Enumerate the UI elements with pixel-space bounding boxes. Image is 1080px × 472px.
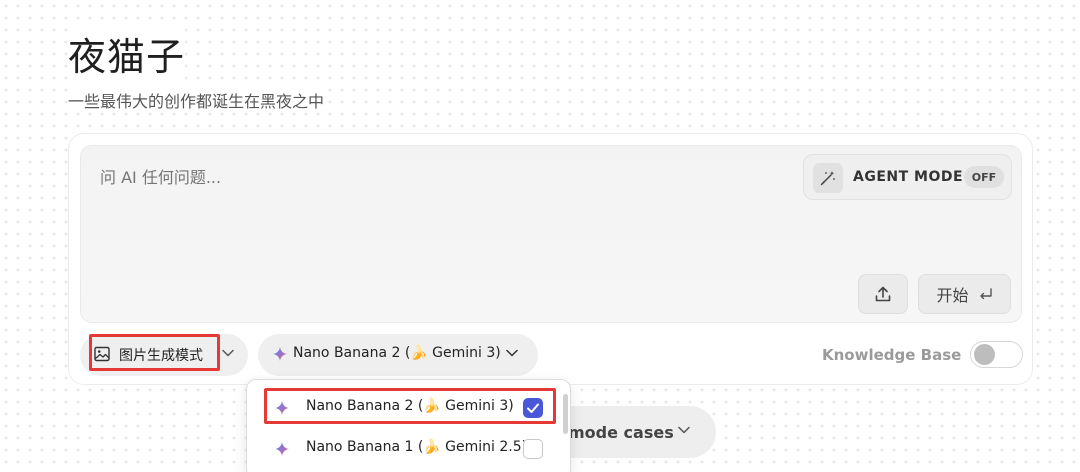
model-selector-label: Nano Banana 2 (🍌 Gemini 3) <box>293 345 501 361</box>
knowledge-base-toggle[interactable] <box>970 341 1023 368</box>
page-title: 夜猫子 <box>68 26 186 81</box>
model-option-label: Nano Banana 1 (🍌 Gemini 2.5) <box>306 439 528 455</box>
option-highlight-box <box>264 388 556 424</box>
dropdown-scrollbar[interactable] <box>563 394 568 434</box>
enter-key-icon <box>979 288 992 300</box>
toggle-knob <box>974 344 995 365</box>
chevron-down-icon <box>678 426 690 434</box>
page-subtitle: 一些最伟大的创作都诞生在黑夜之中 <box>68 88 325 112</box>
knowledge-base-label: Knowledge Base <box>822 346 962 364</box>
start-button[interactable]: 开始 <box>918 274 1011 314</box>
checkbox-unchecked[interactable] <box>523 439 543 459</box>
gemini-sparkle-icon <box>273 347 287 361</box>
chevron-down-icon <box>506 349 518 357</box>
examples-label: mode cases <box>568 423 674 442</box>
upload-icon <box>875 286 891 302</box>
upload-button[interactable] <box>858 274 908 314</box>
agent-mode-label: AGENT MODE <box>853 169 964 185</box>
mode-highlight-box <box>89 334 220 371</box>
model-option-nano-banana-1[interactable]: Nano Banana 1 (🍌 Gemini 2.5) <box>259 429 557 467</box>
agent-mode-toggle[interactable]: AGENT MODE OFF <box>803 154 1012 200</box>
magic-wand-icon <box>813 163 843 193</box>
prompt-input[interactable] <box>100 168 660 187</box>
chevron-down-icon <box>222 349 234 357</box>
start-button-label: 开始 <box>936 286 969 305</box>
page: 夜猫子 一些最伟大的创作都诞生在黑夜之中 AGENT MODE OFF 开始 <box>0 0 1080 472</box>
agent-mode-state-badge: OFF <box>964 166 1004 188</box>
gemini-sparkle-icon <box>275 442 289 456</box>
